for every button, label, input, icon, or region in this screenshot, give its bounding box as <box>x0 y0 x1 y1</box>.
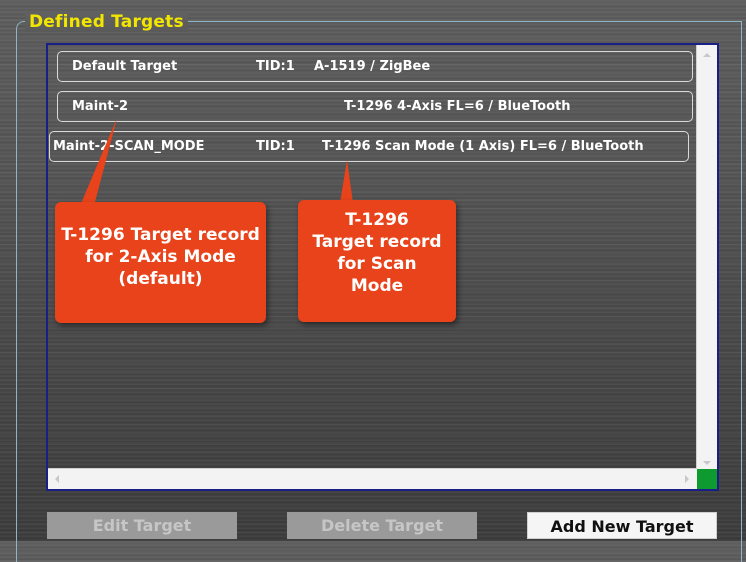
target-description: T-1296 Scan Mode (1 Axis) FL=6 / BlueToo… <box>322 139 644 154</box>
edit-target-button[interactable]: Edit Target <box>47 512 237 539</box>
list-item[interactable]: Default Target TID:1 A-1519 / ZigBee <box>57 51 693 82</box>
target-tid: TID:1 <box>256 59 295 74</box>
delete-target-button[interactable]: Delete Target <box>287 512 477 539</box>
vertical-scrollbar[interactable] <box>696 45 717 489</box>
target-tid: TID:1 <box>256 139 295 154</box>
callout-scan-mode: T-1296 Target record for Scan Mode <box>298 200 456 322</box>
list-item[interactable]: Maint-2 T-1296 4-Axis FL=6 / BlueTooth <box>57 91 693 122</box>
list-item[interactable]: Maint-2-SCAN_MODE TID:1 T-1296 Scan Mode… <box>49 131 689 162</box>
scrollbar-corner <box>697 469 717 489</box>
target-description: T-1296 4-Axis FL=6 / BlueTooth <box>344 99 571 114</box>
scroll-left-arrow-icon[interactable] <box>55 475 59 483</box>
group-title: Defined Targets <box>25 12 188 32</box>
callout-2axis: T-1296 Target record for 2-Axis Mode (de… <box>55 202 266 323</box>
scroll-down-arrow-icon[interactable] <box>703 461 711 465</box>
add-new-target-button[interactable]: Add New Target <box>527 512 717 539</box>
scroll-right-arrow-icon[interactable] <box>685 475 689 483</box>
horizontal-scrollbar[interactable] <box>48 468 697 489</box>
target-description: A-1519 / ZigBee <box>314 59 431 74</box>
target-name: Default Target <box>72 59 178 74</box>
target-name: Maint-2-SCAN_MODE <box>53 139 205 154</box>
scroll-up-arrow-icon[interactable] <box>703 53 711 57</box>
target-name: Maint-2 <box>72 99 129 114</box>
